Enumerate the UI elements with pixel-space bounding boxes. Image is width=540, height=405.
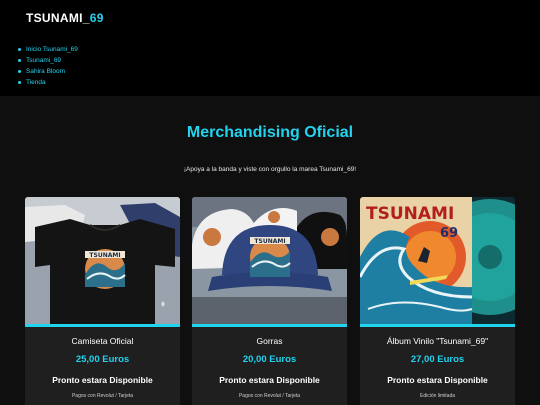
card-accent-bar [360,324,515,327]
product-status: Pronto estara Disponible [387,375,488,385]
svg-text:TSUNAMI: TSUNAMI [254,238,285,245]
vinyl-album-photo[interactable]: TSUNAMI 69 [360,197,515,324]
product-price: 20,00 Euros [242,354,297,365]
product-name: Álbum Vinilo "Tsunami_69" [386,336,489,346]
album-artwork-title: TSUNAMI [366,204,454,224]
svg-text:TSUNAMI: TSUNAMI [89,252,120,259]
page-title: Merchandising Oficial [186,124,354,141]
album-artwork-number: 69 [440,226,458,241]
product-status: Pronto estara Disponible [52,375,153,385]
cap-photo[interactable]: TSUNAMI [192,197,347,324]
product-card-cap[interactable]: TSUNAMI Gorras 20,00 Euros Pronto estara… [192,197,347,405]
logo-text: TSUNAMI_ [26,11,90,25]
product-note: Edición limitada [419,393,456,399]
site-logo[interactable]: TSUNAMI_69 [26,11,104,25]
product-note: Pagos con Revolut / Tarjeta [71,393,134,399]
nav-link-tienda[interactable]: Tienda [26,79,46,86]
main-nav: Inicio Tsunami_69 Tsunami_69 Sahira Bloo… [17,44,78,88]
product-name: Gorras [256,336,283,346]
product-status: Pronto estara Disponible [219,375,320,385]
logo-accent: 69 [89,11,104,25]
nav-item-tsunami: Tsunami_69 [17,55,78,66]
product-card-tshirt[interactable]: TSUNAMI Camiseta Oficial 25,00 Euros Pro… [25,197,180,405]
site-header: TSUNAMI_69 Inicio Tsunami_69 Tsunami_69 … [0,0,540,96]
page-subtitle: ¡Apoya a la banda y viste con orgullo la… [183,166,357,173]
product-name: Camiseta Oficial [71,336,134,346]
product-price: 25,00 Euros [75,354,130,365]
nav-link-sahira-bloom[interactable]: Sahira Bloom [26,68,65,75]
tshirt-photo[interactable]: TSUNAMI [25,197,180,324]
nav-item-sahira: Sahira Bloom [17,66,78,77]
nav-item-tienda: Tienda [17,77,78,88]
nav-item-inicio: Inicio Tsunami_69 [17,44,78,55]
product-card-vinyl[interactable]: TSUNAMI 69 Álbum Vinilo "Tsunami_69" 27,… [360,197,515,405]
nav-link-tsunami[interactable]: Tsunami_69 [26,57,61,64]
merch-section: Merchandising Oficial ¡Apoya a la banda … [0,96,540,405]
product-price: 27,00 Euros [410,354,465,365]
card-accent-bar [25,324,180,327]
product-note: Pagos con Revolut / Tarjeta [238,393,301,399]
card-accent-bar [192,324,347,327]
nav-link-inicio[interactable]: Inicio Tsunami_69 [26,46,78,53]
